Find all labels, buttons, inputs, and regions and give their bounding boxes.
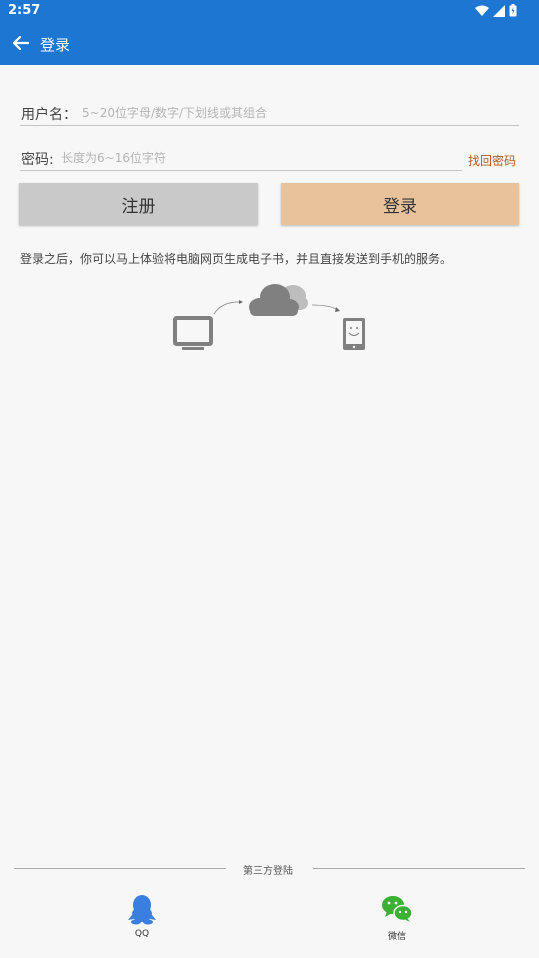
third-party-title: 第三方登陆 xyxy=(243,866,293,877)
wifi-icon xyxy=(475,5,489,16)
arrow-to-phone xyxy=(311,304,339,311)
login-button[interactable]: 登录 xyxy=(281,183,519,225)
username-label: 用户名： xyxy=(21,107,77,123)
battery-icon xyxy=(509,4,517,17)
qq-icon xyxy=(128,895,156,925)
username-field: 用户名： xyxy=(20,100,519,126)
wechat-label: 微信 xyxy=(387,932,406,942)
sync-illustration xyxy=(173,284,365,350)
cloud-icon xyxy=(249,284,308,316)
qq-login-button[interactable]: QQ xyxy=(112,895,172,941)
page-title: 登录 xyxy=(40,36,71,54)
app-bar: 登录 xyxy=(0,22,539,65)
wechat-login-button[interactable]: 微信 xyxy=(367,895,427,942)
monitor-icon xyxy=(173,316,213,350)
password-field: 密码: xyxy=(20,145,462,171)
qq-label: QQ xyxy=(134,929,150,939)
password-label: 密码: xyxy=(21,152,54,168)
status-bar: 2:57 xyxy=(0,0,539,22)
register-button[interactable]: 注册 xyxy=(19,183,258,225)
status-icons xyxy=(475,4,517,17)
divider-right xyxy=(313,868,525,869)
wechat-icon xyxy=(382,896,413,922)
status-time: 2:57 xyxy=(8,3,41,18)
forgot-password-link[interactable]: 找回密码 xyxy=(468,152,516,169)
password-input[interactable] xyxy=(61,147,456,169)
back-button[interactable] xyxy=(10,32,32,54)
divider-left xyxy=(14,868,226,869)
phone-icon xyxy=(343,318,365,350)
signal-icon xyxy=(493,4,505,17)
arrow-to-cloud xyxy=(213,301,243,315)
description-text: 登录之后，你可以马上体验将电脑网页生成电子书，并且直接发送到手机的服务。 xyxy=(20,252,453,266)
arrow-left-icon xyxy=(12,35,30,51)
username-input[interactable] xyxy=(82,102,512,124)
